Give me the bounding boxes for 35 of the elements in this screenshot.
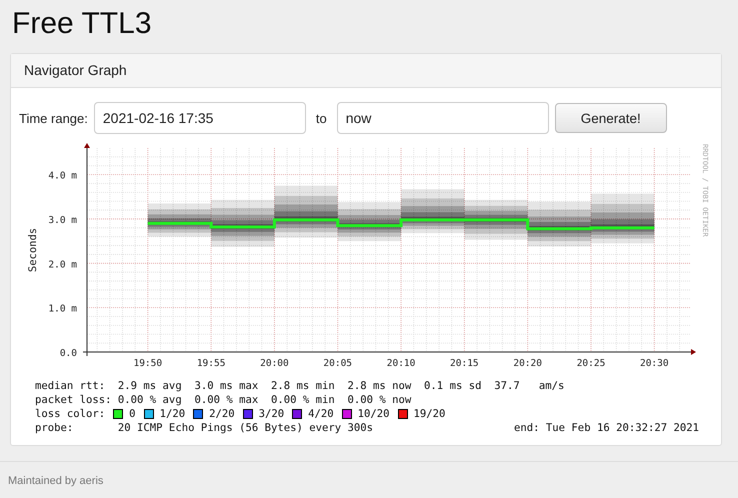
y-tick-label: 3.0 m [48,214,77,226]
y-tick-label: 1.0 m [48,304,77,315]
legend-text: packet loss: 0.00 % avg 0.00 % max 0.00 % min 0.00 % now [35,393,412,407]
y-tick-label: 4.0 m [48,170,77,182]
time-range-label: Time range: [19,110,88,126]
y-tick-label: 2.0 m [48,259,77,270]
legend-text: loss color: [35,407,106,421]
x-tick-label: 20:20 [513,358,542,369]
legend-text: 4/20 [308,407,334,421]
legend-text: 1/20 [160,407,186,421]
legend-text: 0 [129,407,136,421]
generate-button[interactable]: Generate! [554,103,667,133]
legend-text: 2/20 [209,407,235,421]
page-title: Free TTL3 [12,6,152,42]
to-field[interactable]: now [336,102,549,134]
from-field[interactable]: 2021-02-16 17:35 [94,102,306,134]
y-axis-title: Seconds [27,228,39,272]
x-tick-label: 20:15 [450,358,479,369]
x-tick-label: 20:10 [386,358,416,369]
legend-text: median rtt: 2.9 ms avg 3.0 ms max 2.8 ms min 2.8 ms now 0.1 ms sd 37.7 am/s [35,379,564,393]
to-label: to [316,110,327,126]
legend-text: 10/20 [358,407,390,421]
legend-text: 3/20 [258,407,284,421]
panel-title: Navigator Graph [24,62,127,78]
x-tick-label: 20:25 [576,358,606,369]
x-tick-label: 20:00 [260,358,289,369]
x-tick-label: 20:05 [323,358,352,369]
x-tick-label: 19:50 [133,358,162,369]
footer-text: Maintained by aeris [8,475,104,487]
legend-text: probe: 20 ICMP Echo Pings (56 Bytes) every 300s [35,421,374,435]
legend-text: end: Tue Feb 16 20:32:27 2021 [514,421,699,435]
legend-text: 19/20 [414,407,446,421]
x-tick-label: 20:30 [640,358,669,369]
y-tick-label: 0.0 [60,348,77,359]
x-tick-label: 19:55 [196,358,226,369]
